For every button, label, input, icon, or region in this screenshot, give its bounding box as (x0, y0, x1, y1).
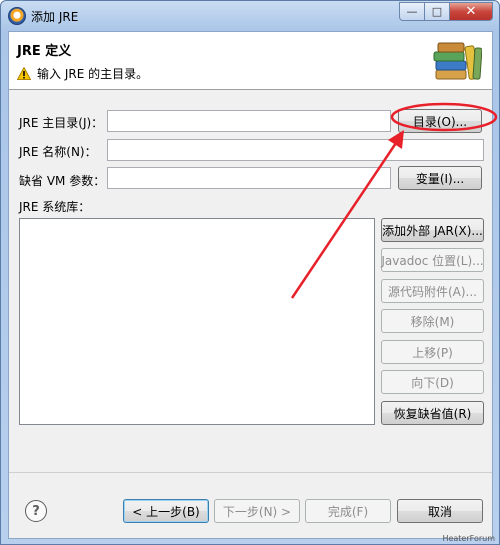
move-down-button[interactable]: 向下(D) (381, 370, 484, 394)
warning-icon (17, 67, 31, 80)
wizard-header: JRE 定义 输入 JRE 的主目录。 (9, 32, 492, 90)
title-bar: 添加 JRE — □ ✕ (1, 1, 499, 31)
books-icon (432, 38, 483, 84)
finish-button[interactable]: 完成(F) (305, 499, 391, 523)
minimize-button[interactable]: — (399, 2, 425, 21)
back-button[interactable]: < 上一步(B) (123, 499, 209, 523)
footer-separator (9, 472, 492, 473)
close-button[interactable]: ✕ (450, 2, 493, 21)
add-jre-dialog: 添加 JRE — □ ✕ JRE 定义 输入 JRE 的主目录。 JRE 主目录… (0, 0, 500, 545)
dialog-client-area: JRE 定义 输入 JRE 的主目录。 JRE 主目录(J)： 目录(O)...… (8, 31, 493, 539)
cancel-button[interactable]: 取消 (397, 499, 483, 523)
remove-button[interactable]: 移除(M) (381, 309, 484, 333)
maximize-icon: □ (431, 5, 443, 18)
jre-home-input[interactable] (107, 110, 391, 132)
help-button[interactable]: ? (25, 500, 47, 522)
jre-libraries-list[interactable] (19, 218, 375, 425)
vm-args-label: 缺省 VM 参数： (19, 174, 106, 188)
jre-name-label: JRE 名称(N)： (19, 145, 97, 159)
restore-defaults-button[interactable]: 恢复缺省值(R) (381, 401, 484, 425)
source-attachment-button[interactable]: 源代码附件(A)... (381, 279, 484, 303)
help-icon: ? (32, 503, 40, 519)
minimize-icon: — (406, 5, 418, 18)
header-message-text: 输入 JRE 的主目录。 (37, 67, 149, 81)
directory-button[interactable]: 目录(O)... (398, 109, 482, 133)
next-button[interactable]: 下一步(N) > (214, 499, 300, 523)
maximize-button[interactable]: □ (425, 2, 450, 21)
window-title: 添加 JRE (31, 10, 79, 24)
close-icon: ✕ (465, 4, 477, 19)
header-message: 输入 JRE 的主目录。 (17, 65, 148, 82)
javadoc-location-button[interactable]: Javadoc 位置(L)... (381, 248, 484, 272)
variables-button[interactable]: 变量(I)... (398, 166, 482, 190)
jre-home-label: JRE 主目录(J)： (19, 116, 104, 130)
jre-name-input[interactable] (107, 139, 484, 161)
move-up-button[interactable]: 上移(P) (381, 340, 484, 364)
caption-buttons: — □ ✕ (399, 2, 493, 22)
add-external-jar-button[interactable]: 添加外部 JAR(X)... (381, 218, 484, 242)
eclipse-icon (8, 7, 26, 25)
watermark: HeaterForum (442, 534, 495, 543)
jre-libraries-label: JRE 系统库： (19, 200, 91, 214)
vm-args-input[interactable] (107, 167, 391, 189)
page-title: JRE 定义 (17, 44, 72, 59)
